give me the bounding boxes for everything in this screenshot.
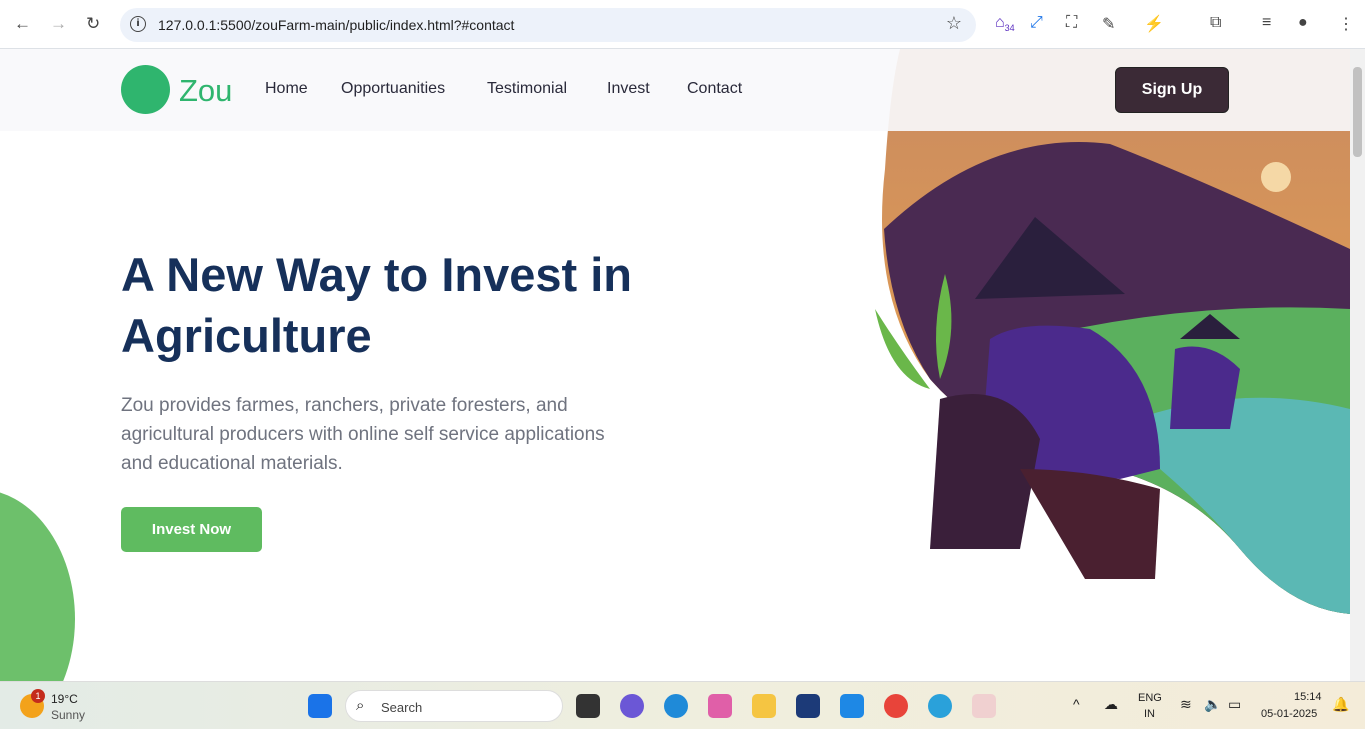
nav-invest[interactable]: Invest (607, 80, 650, 98)
extension-icon[interactable]: ⛶ (1066, 14, 1077, 32)
clock-time[interactable]: 15:14 (1294, 691, 1322, 703)
search-label: Search (381, 700, 423, 715)
nav-opportunities[interactable]: Opportuanities (341, 80, 445, 98)
snipping-tool-icon[interactable] (972, 694, 996, 718)
extension-badge: 34 (1004, 23, 1015, 34)
battery-icon[interactable]: ▭ (1228, 696, 1241, 713)
store-icon[interactable] (796, 694, 820, 718)
language-label[interactable]: ENG (1138, 692, 1162, 704)
bookmark-star-icon[interactable]: ☆ (946, 13, 962, 34)
address-bar[interactable]: i 127.0.0.1:5500/zouFarm-main/public/ind… (120, 8, 976, 42)
task-view-icon[interactable] (576, 694, 600, 718)
eyedropper-icon[interactable]: ✎ (1102, 14, 1115, 34)
notification-bell-icon[interactable]: 🔔 (1332, 696, 1349, 713)
copilot-icon[interactable] (708, 694, 732, 718)
extension-icon[interactable]: ⚡ (1144, 14, 1164, 34)
taskbar: 1 19°C Sunny ⌕ Search ^ ☁ ENG IN ≋ 🔈 ▭ 1… (0, 681, 1365, 729)
language-region[interactable]: IN (1144, 708, 1155, 720)
hero-description: Zou provides farmes, ranchers, private f… (121, 395, 605, 474)
scrollbar[interactable] (1350, 49, 1365, 681)
windows-start-icon[interactable] (308, 694, 332, 718)
taskbar-search[interactable]: ⌕ Search (345, 690, 563, 722)
scrollbar-thumb[interactable] (1353, 67, 1362, 157)
browser-toolbar: ← → ↻ i 127.0.0.1:5500/zouFarm-main/publ… (0, 0, 1365, 49)
chevron-up-icon[interactable]: ^ (1073, 696, 1080, 712)
teams-icon[interactable] (620, 694, 644, 718)
extension-icon[interactable]: ⤢ (1030, 14, 1043, 32)
nav-testimonial[interactable]: Testimonial (487, 80, 567, 98)
extension-icon[interactable]: ⌂34 (995, 14, 1015, 33)
weather-text[interactable]: Sunny (51, 708, 85, 722)
sign-up-button[interactable]: Sign Up (1115, 67, 1229, 113)
logo-icon[interactable] (121, 65, 170, 114)
page: Zou Home Opportuanities Testimonial Inve… (0, 49, 1350, 681)
nav-home[interactable]: Home (265, 80, 308, 98)
reload-icon[interactable]: ↻ (86, 14, 100, 34)
weather-badge: 1 (31, 689, 45, 703)
brand-name[interactable]: Zou (179, 73, 232, 109)
clock-date[interactable]: 05-01-2025 (1261, 708, 1317, 720)
invest-now-button[interactable]: Invest Now (121, 507, 262, 552)
file-explorer-icon[interactable] (752, 694, 776, 718)
decorative-blob (0, 489, 75, 681)
extensions-puzzle-icon[interactable]: ⧉ (1210, 14, 1221, 32)
info-icon[interactable]: i (130, 16, 146, 32)
profile-avatar[interactable]: ● (1298, 14, 1308, 32)
hero-title: A New Way to Invest in Agriculture (121, 248, 632, 362)
telegram-icon[interactable] (928, 694, 952, 718)
menu-icon[interactable]: ⋮ (1338, 14, 1354, 34)
media-icon[interactable]: ≡ (1262, 14, 1271, 32)
search-icon: ⌕ (356, 697, 365, 714)
nav-contact[interactable]: Contact (687, 80, 742, 98)
wifi-icon[interactable]: ≋ (1180, 696, 1192, 713)
url-text[interactable]: 127.0.0.1:5500/zouFarm-main/public/index… (158, 17, 514, 33)
navbar: Zou Home Opportuanities Testimonial Inve… (0, 49, 1350, 131)
onedrive-icon[interactable]: ☁ (1104, 696, 1118, 713)
chrome-icon[interactable] (884, 694, 908, 718)
forward-icon[interactable]: → (50, 14, 67, 34)
hero-illustration (875, 49, 1350, 614)
weather-temp[interactable]: 19°C (51, 692, 78, 706)
volume-icon[interactable]: 🔈 (1204, 696, 1221, 713)
back-icon[interactable]: ← (14, 14, 31, 34)
edge-icon[interactable] (664, 694, 688, 718)
vscode-icon[interactable] (840, 694, 864, 718)
